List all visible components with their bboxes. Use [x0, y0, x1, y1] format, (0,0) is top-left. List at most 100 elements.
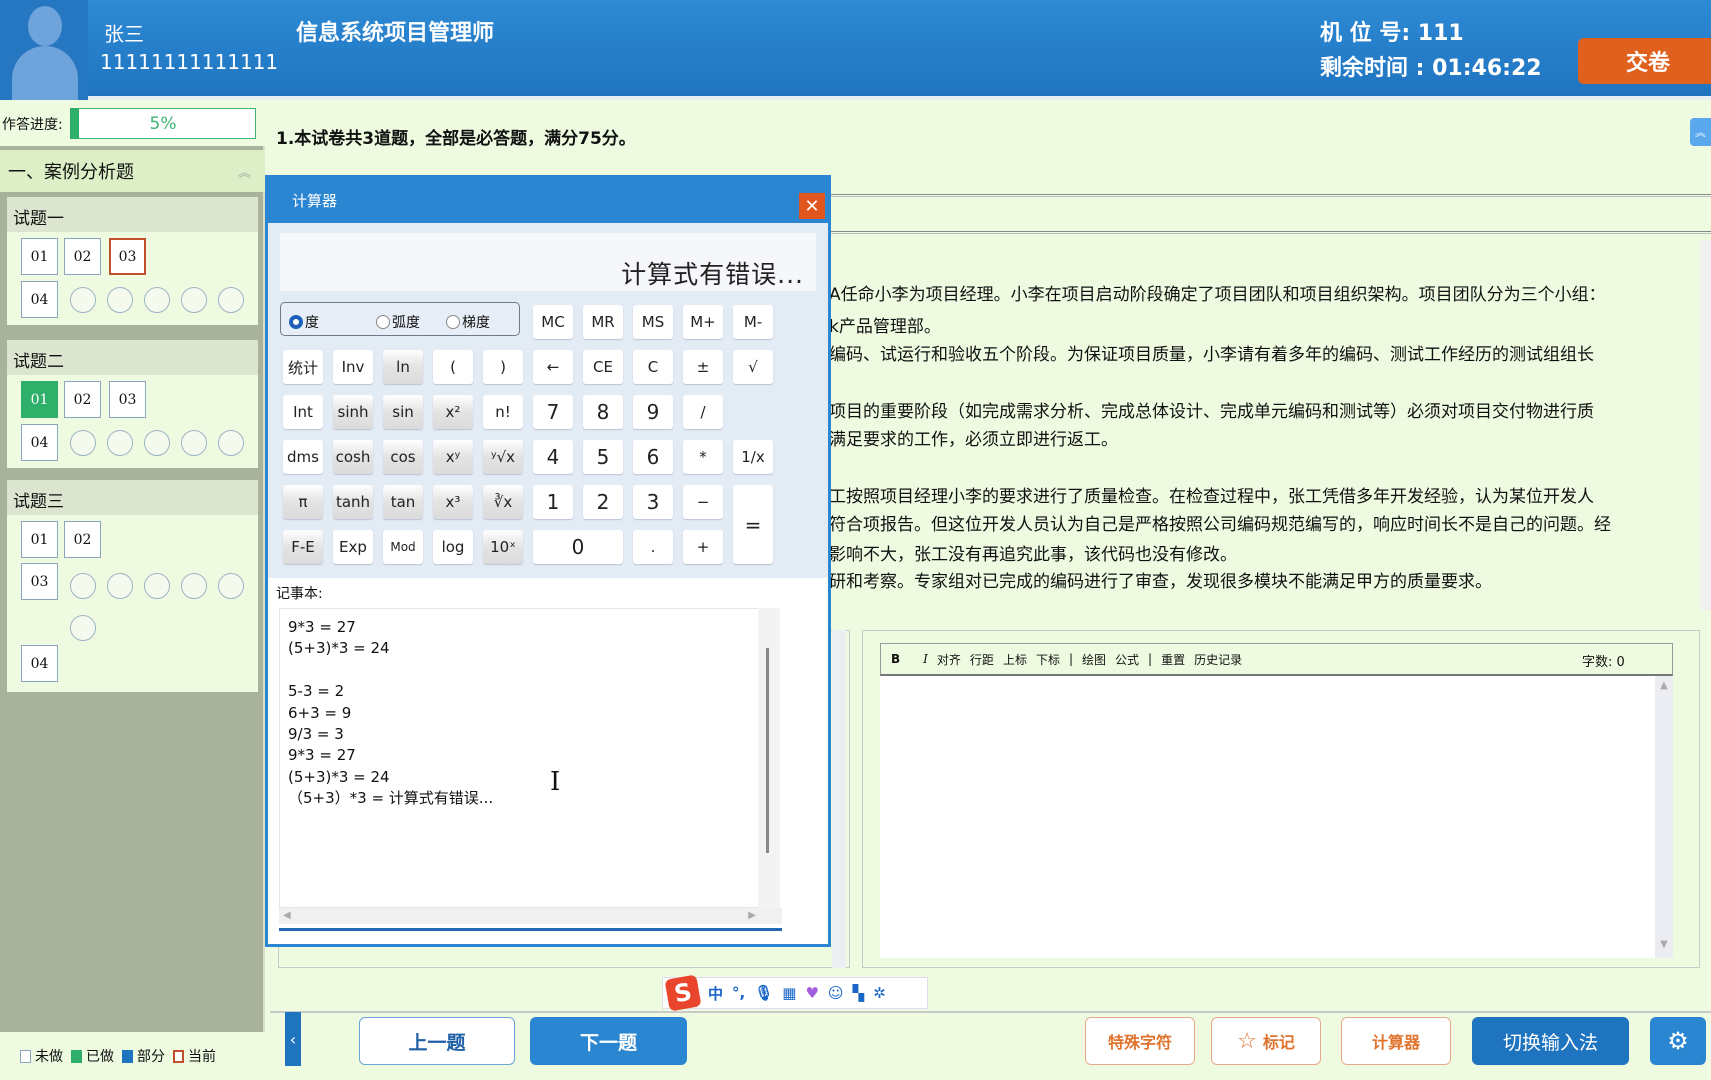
calc-key-x³[interactable]: x³: [433, 485, 473, 519]
mark-button[interactable]: ☆ 标记: [1211, 1017, 1321, 1065]
ime-punctuation-toggle[interactable]: °,: [732, 984, 745, 1002]
question-item-01[interactable]: 01: [21, 238, 58, 275]
toolbar-0[interactable]: B: [891, 652, 900, 666]
toolbar-3[interactable]: 行距: [970, 651, 994, 668]
material-scrollbar[interactable]: [832, 630, 846, 968]
calc-key-n![interactable]: n!: [483, 395, 523, 429]
sub-question-circle[interactable]: [107, 430, 133, 456]
calc-key-ʸ√x[interactable]: ʸ√x: [483, 440, 523, 474]
calc-key-CE[interactable]: CE: [583, 350, 623, 384]
calc-key-+[interactable]: +: [683, 530, 723, 564]
calc-key-4[interactable]: 4: [533, 440, 573, 474]
calculator-title[interactable]: 计算器: [268, 178, 828, 223]
editor-scrollbar[interactable]: ▲ ▼: [1655, 676, 1673, 958]
question-item-04[interactable]: 04: [21, 424, 58, 461]
sub-question-circle[interactable]: [218, 287, 244, 313]
toolbar-8[interactable]: 公式: [1115, 651, 1139, 668]
calc-key-6[interactable]: 6: [633, 440, 673, 474]
question-item-04[interactable]: 04: [21, 281, 58, 318]
calc-key-ln[interactable]: ln: [383, 350, 423, 384]
notepad-hscrollbar[interactable]: ◀ ▶: [279, 908, 782, 924]
radio-icon[interactable]: [289, 315, 303, 329]
ime-language-toggle[interactable]: 中: [708, 983, 723, 1004]
calc-key-π[interactable]: π: [283, 485, 323, 519]
sub-question-circle[interactable]: [144, 573, 170, 599]
angle-mode-1[interactable]: 弧度: [376, 312, 420, 332]
calc-key-±[interactable]: ±: [683, 350, 723, 384]
next-question-button[interactable]: 下一题: [530, 1017, 687, 1065]
settings-icon[interactable]: ✲: [873, 984, 886, 1002]
angle-mode-2[interactable]: 梯度: [446, 312, 490, 332]
radio-icon[interactable]: [376, 315, 390, 329]
microphone-icon[interactable]: 🎙: [754, 984, 773, 1002]
angle-mode-0[interactable]: 度: [289, 312, 319, 332]
calc-key-统计[interactable]: 统计: [283, 350, 323, 384]
question-item-02[interactable]: 02: [64, 521, 101, 558]
calc-key-log[interactable]: log: [433, 530, 473, 564]
calc-key-8[interactable]: 8: [583, 395, 623, 429]
question-item-01[interactable]: 01: [21, 381, 58, 418]
calc-key-Exp[interactable]: Exp: [333, 530, 373, 564]
calc-key-*[interactable]: *: [683, 440, 723, 474]
toolbar-7[interactable]: 绘图: [1082, 651, 1106, 668]
calc-key-/[interactable]: /: [683, 395, 723, 429]
notepad-textarea[interactable]: 9*3 = 27 (5+3)*3 = 24 5-3 = 2 6+3 = 9 9/…: [279, 608, 763, 908]
sub-question-circle[interactable]: [218, 573, 244, 599]
calc-key-MR[interactable]: MR: [583, 305, 623, 339]
sub-question-circle[interactable]: [70, 573, 96, 599]
submit-exam-button[interactable]: 交卷: [1578, 38, 1711, 84]
calc-key-C[interactable]: C: [633, 350, 673, 384]
calc-key-←[interactable]: ←: [533, 350, 573, 384]
calc-key-cos[interactable]: cos: [383, 440, 423, 474]
calc-key-tanh[interactable]: tanh: [333, 485, 373, 519]
toolbar-10[interactable]: 重置: [1161, 651, 1185, 668]
sub-question-circle[interactable]: [181, 287, 207, 313]
notepad-scroll-thumb[interactable]: [766, 648, 769, 853]
calc-key-sinh[interactable]: sinh: [333, 395, 373, 429]
calc-key-=[interactable]: =: [733, 485, 773, 564]
calc-key-1/x[interactable]: 1/x: [733, 440, 773, 474]
calc-key-.[interactable]: .: [633, 530, 673, 564]
calc-key-sin[interactable]: sin: [383, 395, 423, 429]
toolbar-11[interactable]: 历史记录: [1194, 651, 1242, 668]
prev-question-button[interactable]: 上一题: [359, 1017, 515, 1065]
keyboard-icon[interactable]: ▦: [782, 984, 796, 1002]
sub-question-circle[interactable]: [181, 573, 207, 599]
toolbar-2[interactable]: 对齐: [937, 651, 961, 668]
calculator-button[interactable]: 计算器: [1341, 1017, 1451, 1065]
calc-key-dms[interactable]: dms: [283, 440, 323, 474]
question-item-02[interactable]: 02: [64, 381, 101, 418]
sub-question-circle[interactable]: [107, 573, 133, 599]
question-item-03[interactable]: 03: [21, 563, 58, 600]
calc-key-MS[interactable]: MS: [633, 305, 673, 339]
calc-key-M+[interactable]: M+: [683, 305, 723, 339]
sub-question-circle[interactable]: [70, 430, 96, 456]
toolbar-4[interactable]: 上标: [1003, 651, 1027, 668]
calc-key-Inv[interactable]: Inv: [333, 350, 373, 384]
calc-key-10ˣ[interactable]: 10ˣ: [483, 530, 523, 564]
sub-question-circle[interactable]: [70, 287, 96, 313]
section-header[interactable]: 一、案例分析题 ︽: [0, 150, 265, 192]
calc-key-)[interactable]: ): [483, 350, 523, 384]
calc-key-([interactable]: (: [433, 350, 473, 384]
calc-key-1[interactable]: 1: [533, 485, 573, 519]
question-scrollbar[interactable]: [1700, 240, 1711, 610]
calc-key-MC[interactable]: MC: [533, 305, 573, 339]
skin-icon[interactable]: ♥: [805, 984, 818, 1002]
sub-question-circle[interactable]: [70, 615, 96, 641]
calc-key-2[interactable]: 2: [583, 485, 623, 519]
calc-key-xʸ[interactable]: xʸ: [433, 440, 473, 474]
sub-question-circle[interactable]: [144, 430, 170, 456]
calc-key-Int[interactable]: Int: [283, 395, 323, 429]
question-item-02[interactable]: 02: [64, 238, 101, 275]
notepad-vscrollbar[interactable]: [758, 608, 780, 908]
calc-key-M-[interactable]: M-: [733, 305, 773, 339]
toolbar-5[interactable]: 下标: [1036, 651, 1060, 668]
calc-key-5[interactable]: 5: [583, 440, 623, 474]
sub-question-circle[interactable]: [181, 430, 207, 456]
calc-key-∛x[interactable]: ∛x: [483, 485, 523, 519]
radio-icon[interactable]: [446, 315, 460, 329]
question-item-04[interactable]: 04: [21, 645, 58, 682]
settings-gear-icon[interactable]: ⚙: [1650, 1017, 1706, 1065]
switch-ime-button[interactable]: 切换输入法: [1472, 1017, 1629, 1065]
